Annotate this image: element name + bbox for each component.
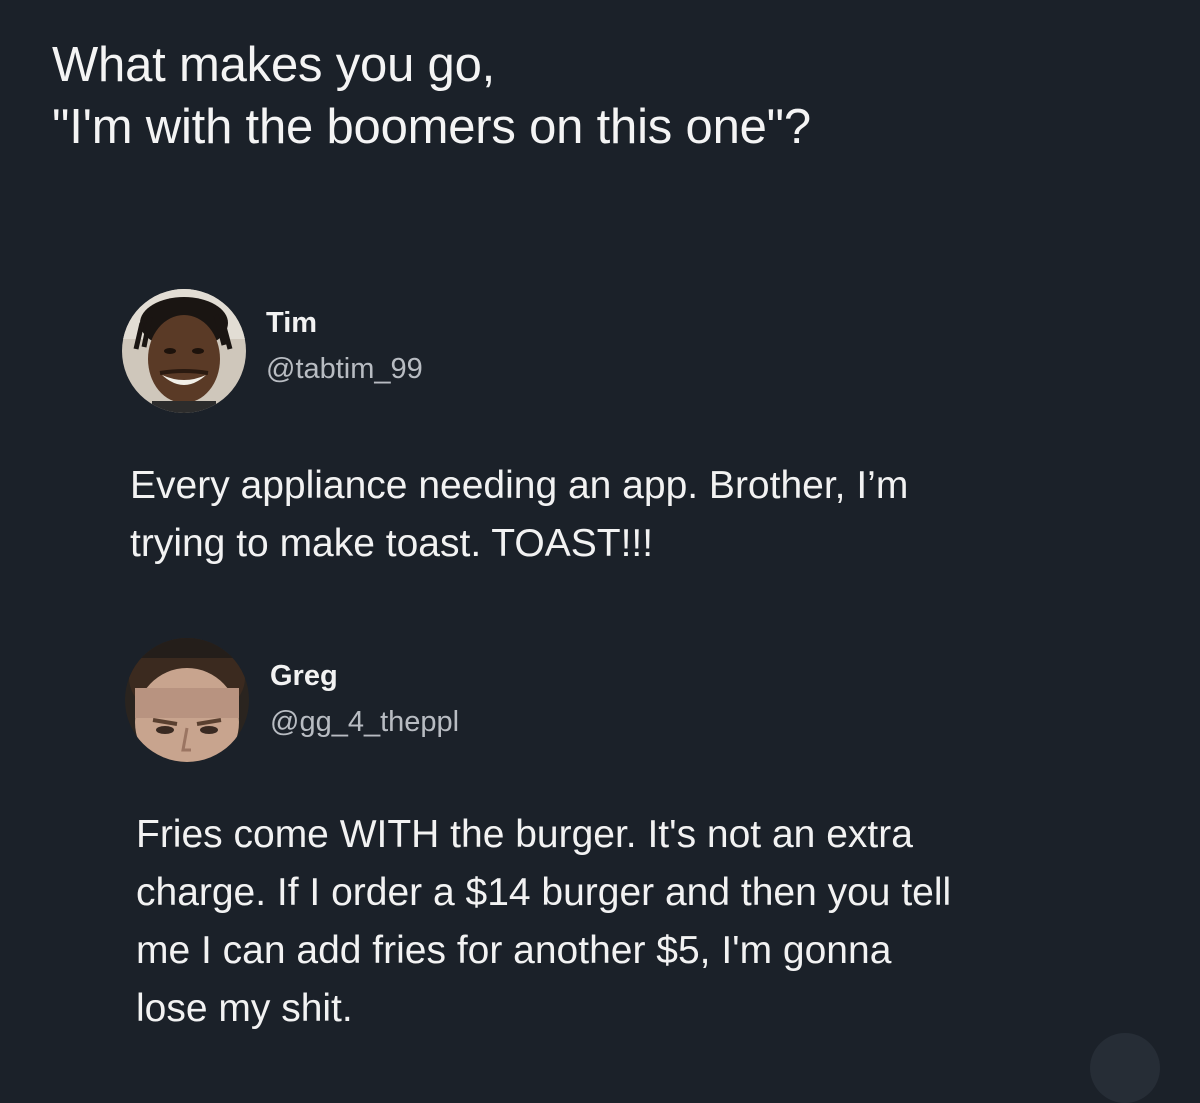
corner-button[interactable] [1090,1033,1160,1103]
avatar-tim[interactable] [122,289,246,413]
reply-text-line: lose my shit. [136,987,353,1030]
author-handle[interactable]: @gg_4_theppl [270,706,459,739]
question-line-1: What makes you go, [52,38,496,92]
avatar-photo-icon [125,638,249,762]
reply-text: Fries come WITH the burger. It's not an … [136,806,1176,1038]
post-question: What makes you go, "I'm with the boomers… [52,34,1172,158]
avatar-greg[interactable] [125,638,249,762]
author-handle[interactable]: @tabtim_99 [266,353,423,386]
reply-text-line: trying to make toast. TOAST!!! [130,522,654,565]
question-line-2: "I'm with the boomers on this one"? [52,100,811,154]
reply-text-line: Every appliance needing an app. Brother,… [130,464,909,507]
reply-text: Every appliance needing an app. Brother,… [130,457,1150,573]
reply-text-line: charge. If I order a $14 burger and then… [136,871,952,914]
author-name[interactable]: Greg [270,660,338,693]
reply-text-line: me I can add fries for another $5, I'm g… [136,929,892,972]
reply-text-line: Fries come WITH the burger. It's not an … [136,813,913,856]
author-name[interactable]: Tim [266,307,317,340]
avatar-photo-icon [122,289,246,413]
